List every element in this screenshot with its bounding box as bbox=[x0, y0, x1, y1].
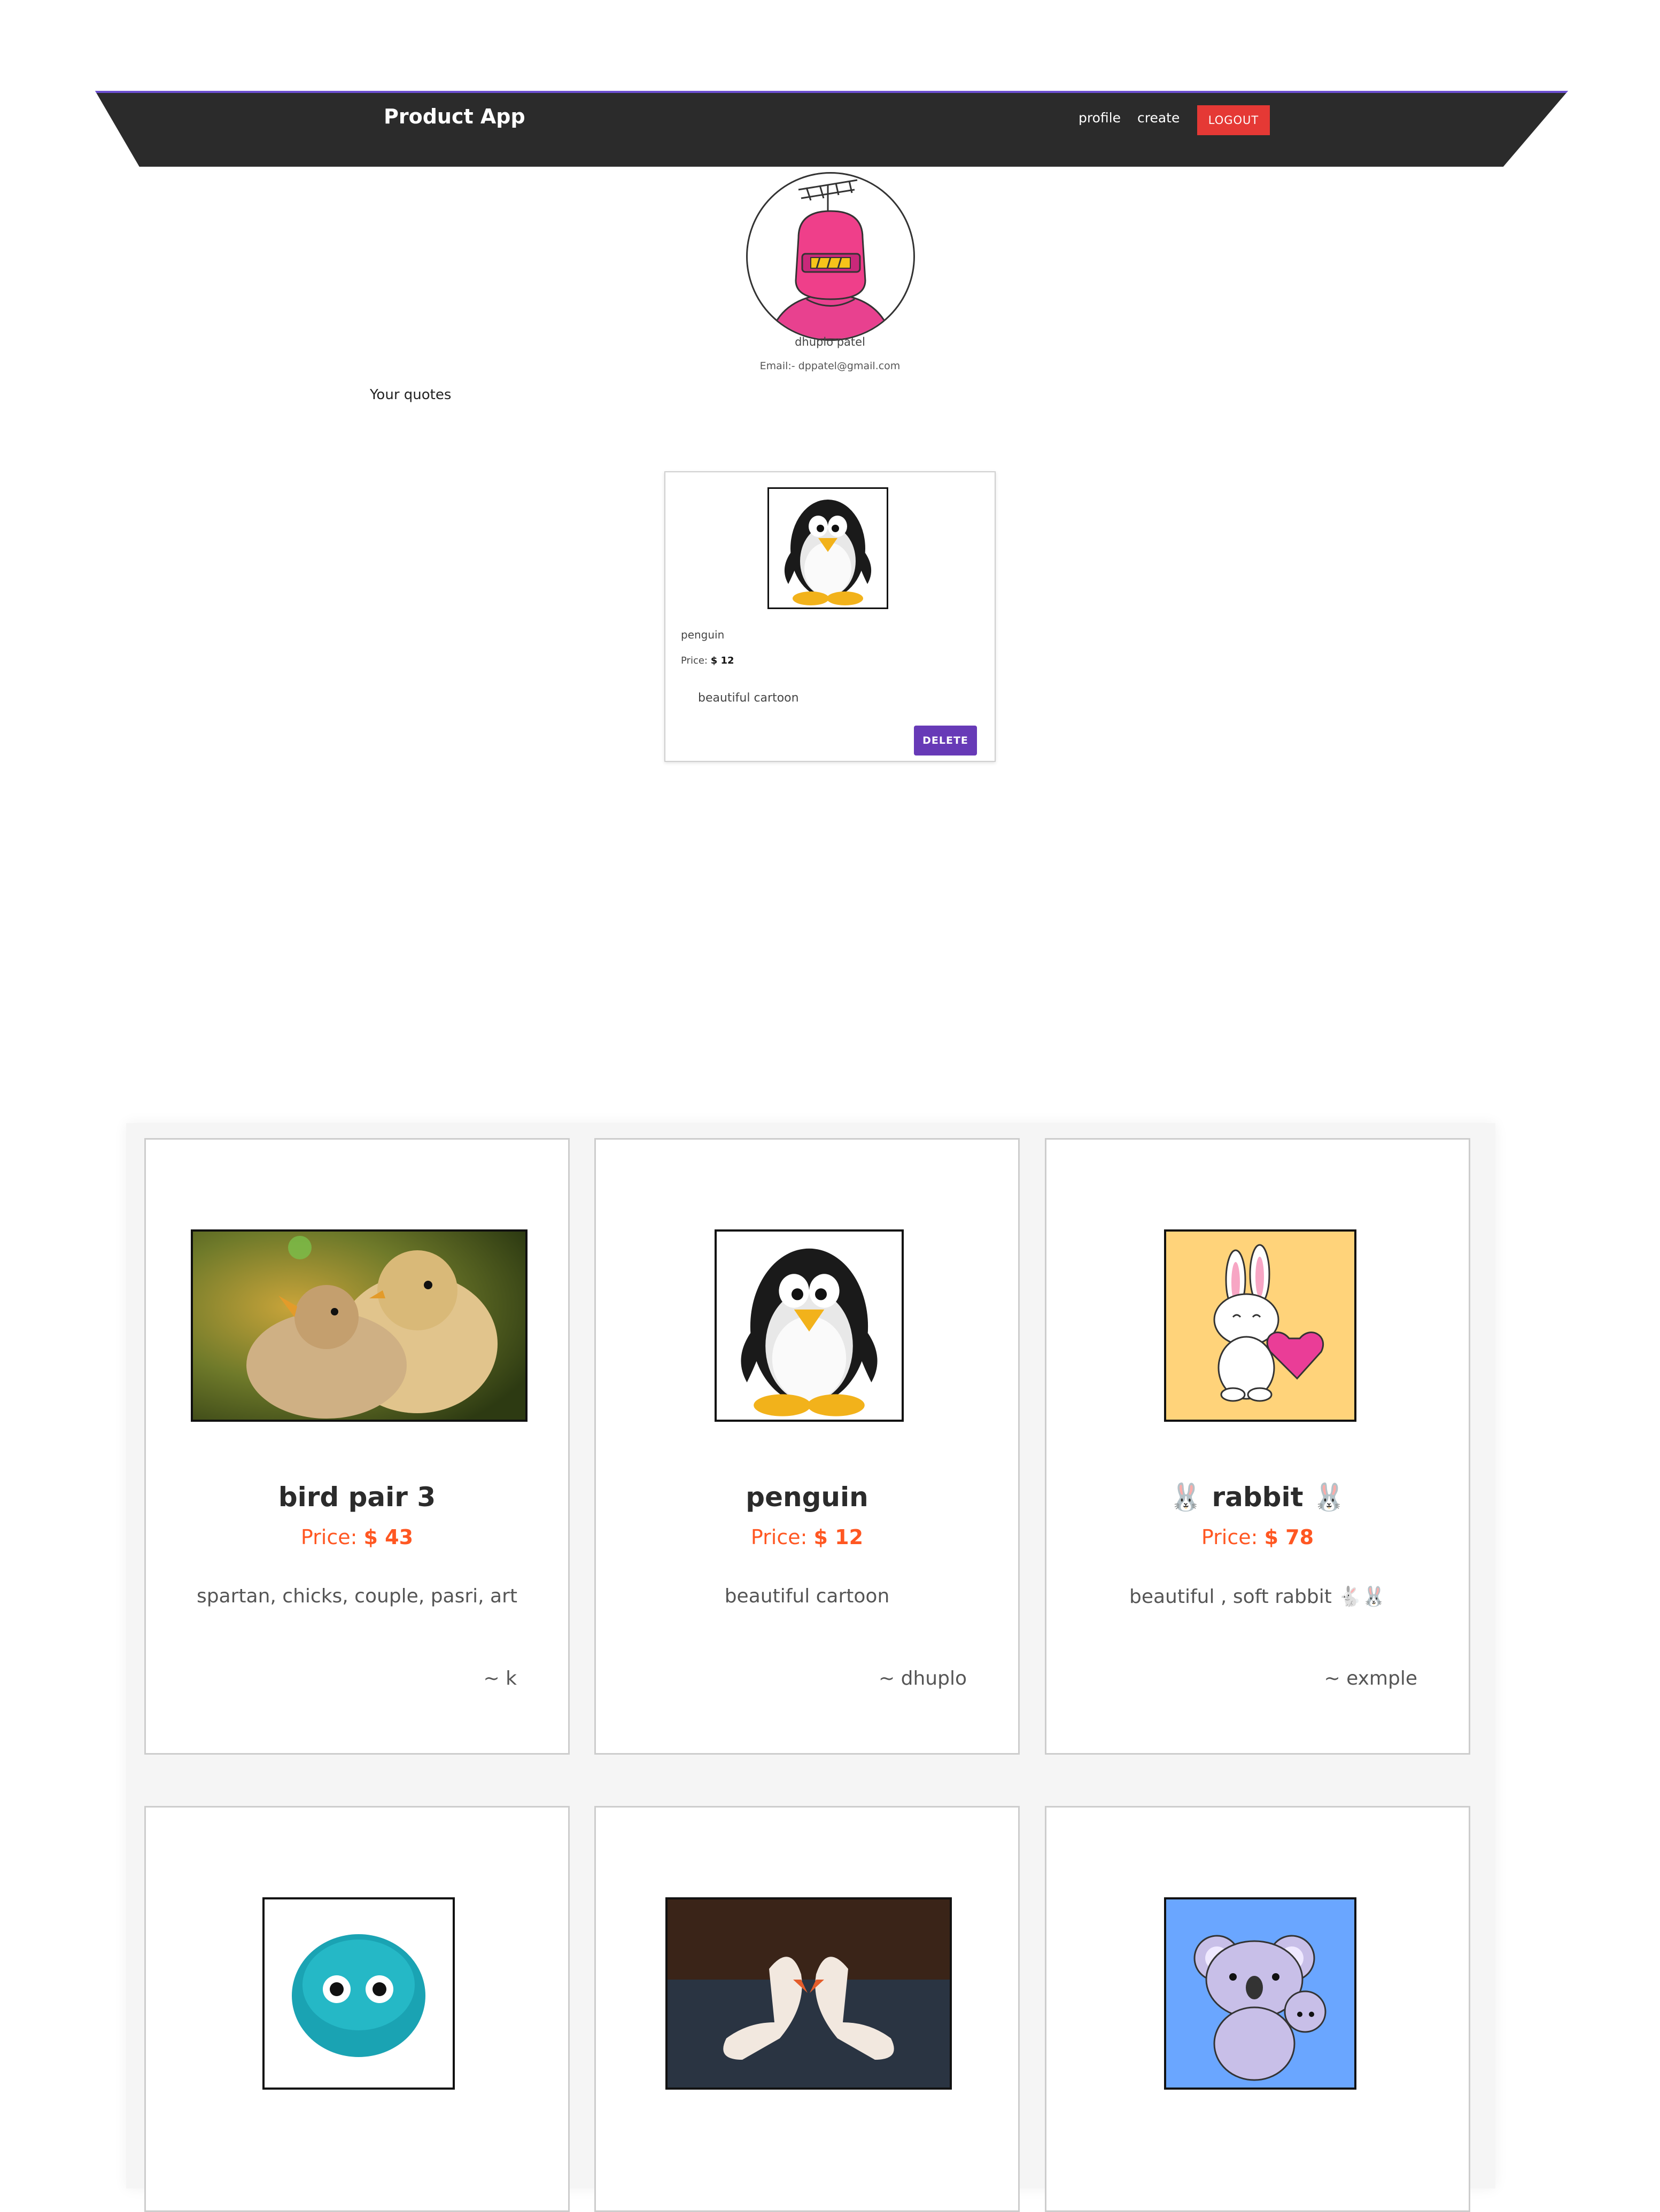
price-label: Price: bbox=[681, 655, 708, 666]
quote-price: Price: $ 78 bbox=[1046, 1525, 1469, 1549]
delete-button[interactable]: DELETE bbox=[914, 726, 977, 755]
avatar bbox=[746, 172, 915, 341]
quote-price: Price: $ 12 bbox=[596, 1525, 1018, 1549]
bunny-heart-icon bbox=[1164, 1229, 1356, 1422]
my-quote-title: penguin bbox=[681, 628, 725, 641]
pink-robot-icon bbox=[768, 179, 893, 339]
chicks-photo bbox=[191, 1229, 528, 1422]
nav-create-link[interactable]: create bbox=[1137, 106, 1180, 130]
koala-icon bbox=[1164, 1897, 1356, 2090]
quote-card[interactable] bbox=[1045, 1806, 1470, 2212]
nav-profile-link[interactable]: profile bbox=[1079, 106, 1121, 130]
quote-title: 🐰 rabbit 🐰 bbox=[1169, 1482, 1346, 1513]
brand-logo[interactable]: Product App bbox=[384, 100, 525, 133]
quote-title: penguin bbox=[746, 1482, 868, 1513]
quote-card[interactable]: penguin Price: $ 12 beautiful cartoon ~ … bbox=[594, 1138, 1020, 1755]
fluffy-blue-ball-icon bbox=[262, 1897, 455, 2090]
price-label: Price: bbox=[1201, 1525, 1258, 1549]
price-label: Price: bbox=[750, 1525, 808, 1549]
quote-price: Price: $ 43 bbox=[146, 1525, 568, 1549]
quote-author: ~ dhuplo bbox=[879, 1668, 967, 1689]
price-value: $ 12 bbox=[813, 1525, 864, 1549]
price-value: $ 43 bbox=[363, 1525, 414, 1549]
my-quote-price: Price: $ 12 bbox=[681, 655, 734, 666]
my-quote-description: beautiful cartoon bbox=[698, 691, 799, 705]
quote-card[interactable] bbox=[594, 1806, 1020, 2212]
quote-description: beautiful , soft rabbit 🐇🐰 bbox=[1129, 1586, 1386, 1608]
quote-author: ~ k bbox=[483, 1668, 517, 1689]
section-title: Your quotes bbox=[370, 387, 452, 403]
quote-description: spartan, chicks, couple, pasri, art bbox=[196, 1585, 518, 1607]
penguin-icon bbox=[715, 1229, 904, 1422]
quote-description: beautiful cartoon bbox=[724, 1585, 890, 1607]
price-value: $ 12 bbox=[710, 655, 734, 666]
profile-name: dhuplo patel bbox=[795, 336, 865, 348]
penguin-icon bbox=[767, 487, 888, 609]
quote-title: bird pair 3 bbox=[278, 1482, 436, 1513]
quote-card[interactable] bbox=[144, 1806, 570, 2212]
swans-photo bbox=[665, 1897, 952, 2090]
price-value: $ 78 bbox=[1264, 1525, 1314, 1549]
logout-button[interactable]: LOGOUT bbox=[1197, 105, 1270, 135]
quote-card[interactable]: bird pair 3 Price: $ 43 spartan, chicks,… bbox=[144, 1138, 570, 1755]
quote-author: ~ exmple bbox=[1324, 1668, 1418, 1689]
top-navbar bbox=[95, 91, 1568, 167]
price-label: Price: bbox=[300, 1525, 358, 1549]
profile-email: Email:- dppatel@gmail.com bbox=[759, 360, 901, 372]
quote-card[interactable]: 🐰 rabbit 🐰 Price: $ 78 beautiful , soft … bbox=[1045, 1138, 1470, 1755]
